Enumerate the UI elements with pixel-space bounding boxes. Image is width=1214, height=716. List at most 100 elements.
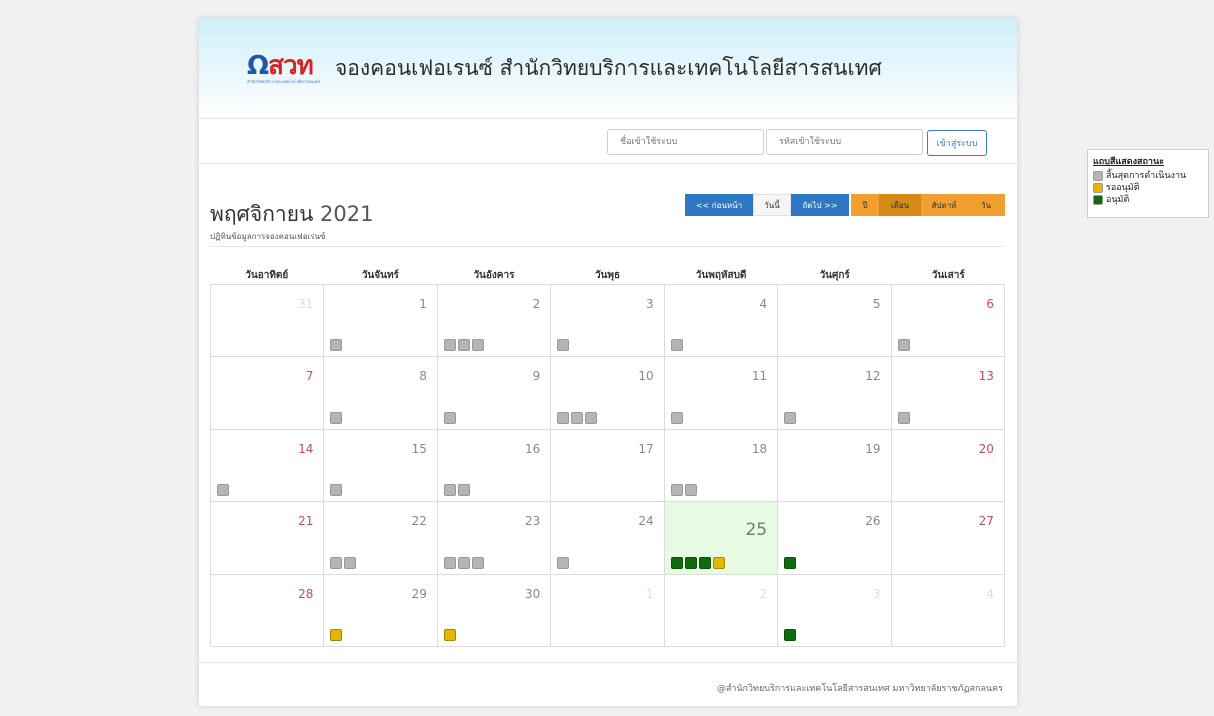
booking-marker-finished[interactable] [344,556,357,569]
booking-marker-finished[interactable] [684,484,697,497]
calendar-day[interactable]: 31 [211,285,325,358]
calendar-day[interactable]: 1 [324,285,438,358]
view-year-button[interactable]: ปี [851,194,879,216]
calendar-day[interactable]: 3 [778,574,892,647]
legend-label: สิ้นสุดการดำเนินงาน [1106,171,1187,181]
calendar-day[interactable]: 10 [551,357,665,430]
calendar-day[interactable]: 2 [664,574,779,647]
today-button[interactable]: วันนี้ [753,194,791,216]
booking-marker-finished[interactable] [443,339,456,352]
login-button[interactable]: เข้าสู่ระบบ [927,130,987,156]
booking-marker-pending[interactable] [330,628,343,641]
calendar-subtitle: ปฏิทินข้อมูลการจองคอนเฟอเรนซ์ [210,232,326,241]
day-number: 7 [305,369,314,384]
calendar-day[interactable]: 12 [778,357,892,430]
calendar-day[interactable]: 8 [324,357,438,430]
booking-markers [443,339,484,352]
calendar-day[interactable]: 13 [891,357,1005,430]
booking-marker-pending[interactable] [443,628,456,641]
day-number: 22 [411,514,427,529]
booking-marker-finished[interactable] [330,339,343,352]
next-button[interactable]: ถัดไป >> [791,194,849,216]
view-day-button[interactable]: วัน [967,194,1005,216]
calendar-day[interactable]: 2 [437,285,552,358]
booking-marker-finished[interactable] [330,556,343,569]
booking-marker-pending[interactable] [712,556,725,569]
booking-marker-finished[interactable] [784,411,797,424]
booking-marker-finished[interactable] [670,484,683,497]
calendar-day[interactable]: 24 [551,502,665,575]
calendar-day[interactable]: 3 [551,285,665,358]
calendar-day[interactable]: 16 [437,429,552,503]
calendar-day[interactable]: 14 [211,429,325,503]
calendar-day[interactable]: 30 [437,574,552,647]
calendar-day[interactable]: 28 [211,574,325,647]
calendar-day[interactable]: 18 [664,429,779,503]
calendar-day[interactable]: 11 [664,357,779,430]
booking-markers [897,339,910,352]
view-week-button[interactable]: สัปดาห์ [921,194,967,216]
weekday-label: วันพฤหัสบดี [695,270,747,281]
calendar-day[interactable]: 23 [437,502,552,575]
booking-markers [330,556,357,569]
calendar-day[interactable]: 1 [551,574,665,647]
booking-marker-approved[interactable] [698,556,711,569]
logo: Ωสวท สำนักวิทยบริการและเทคโนโลยีสารสนเทศ [247,43,321,93]
booking-marker-finished[interactable] [443,484,456,497]
calendar-day[interactable]: 29 [324,574,438,647]
booking-marker-finished[interactable] [330,411,343,424]
booking-marker-finished[interactable] [471,556,484,569]
legend-swatch [1093,171,1103,181]
day-number: 3 [646,297,654,311]
booking-marker-finished[interactable] [457,484,470,497]
booking-marker-finished[interactable] [471,339,484,352]
calendar-day[interactable]: 7 [211,357,325,430]
booking-marker-finished[interactable] [670,339,683,352]
booking-marker-finished[interactable] [897,411,910,424]
password-input[interactable] [766,129,923,155]
calendar-day[interactable]: 4 [891,574,1005,647]
calendar-day[interactable]: 17 [551,429,665,503]
calendar-day[interactable]: 9 [437,357,552,430]
username-input[interactable] [607,129,764,155]
booking-marker-finished[interactable] [443,411,456,424]
day-number: 25 [745,520,768,541]
booking-marker-approved[interactable] [684,556,697,569]
divider [210,246,1005,247]
logo-subtext: สำนักวิทยบริการและเทคโนโลยีสารสนเทศ [247,78,320,84]
booking-marker-approved[interactable] [670,556,683,569]
calendar-day-today[interactable]: 25 [664,502,779,575]
booking-marker-approved[interactable] [784,628,797,641]
booking-marker-approved[interactable] [784,556,797,569]
booking-marker-finished[interactable] [557,411,570,424]
calendar-day[interactable]: 4 [664,285,779,358]
booking-marker-finished[interactable] [571,411,584,424]
prev-button[interactable]: << ก่อนหน้า [685,194,753,216]
booking-marker-finished[interactable] [670,411,683,424]
calendar-day[interactable]: 21 [211,502,325,575]
day-number: 4 [759,297,768,311]
booking-markers [330,484,343,497]
day-number: 12 [865,369,881,384]
calendar-day[interactable]: 6 [891,285,1005,358]
booking-marker-finished[interactable] [557,339,570,352]
booking-marker-finished[interactable] [457,339,470,352]
day-number: 21 [298,514,314,529]
booking-markers [443,411,456,424]
view-month-button[interactable]: เดือน [879,194,921,216]
booking-marker-finished[interactable] [457,556,470,569]
calendar-day[interactable]: 19 [778,429,892,503]
booking-marker-finished[interactable] [557,556,570,569]
booking-marker-finished[interactable] [330,484,343,497]
calendar-day[interactable]: 20 [891,429,1005,503]
booking-marker-finished[interactable] [217,484,229,497]
calendar-day[interactable]: 27 [891,502,1005,575]
day-number: 2 [532,297,541,311]
calendar-day[interactable]: 15 [324,429,438,503]
calendar-day[interactable]: 26 [778,502,892,575]
calendar-day[interactable]: 5 [778,285,892,358]
booking-marker-finished[interactable] [585,411,598,424]
calendar-day[interactable]: 22 [324,502,438,575]
booking-marker-finished[interactable] [897,339,910,352]
booking-marker-finished[interactable] [443,556,456,569]
